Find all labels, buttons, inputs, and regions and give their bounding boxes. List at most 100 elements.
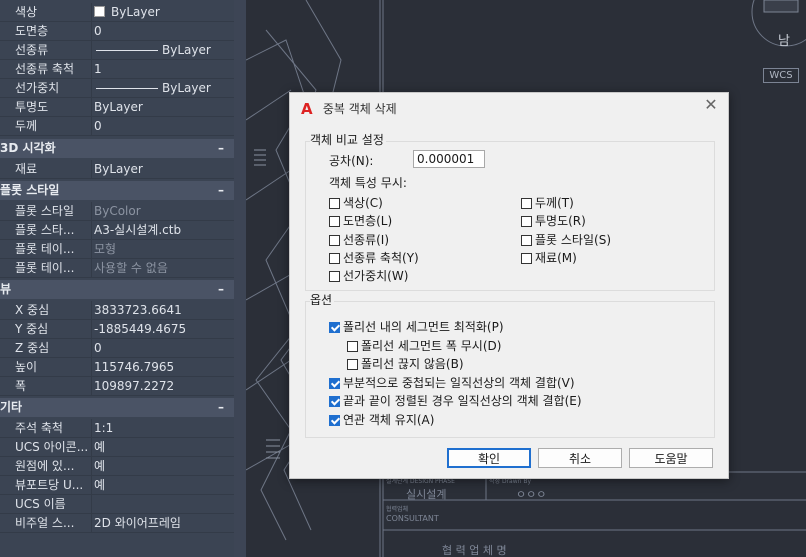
checkbox-option[interactable]: 부분적으로 중첩되는 일직선상의 객체 결합(V) (329, 375, 575, 391)
column-divider (91, 98, 92, 117)
checkbox-option[interactable]: 재료(M) (521, 250, 577, 266)
property-value[interactable]: 3833723.6641 (94, 301, 230, 320)
checkbox-checked-icon[interactable] (329, 377, 340, 389)
property-value[interactable]: 예 (94, 457, 230, 476)
section-header-plotstyle[interactable]: 플롯 스타일 – (0, 181, 234, 200)
collapse-icon[interactable]: – (218, 280, 224, 299)
viewcube-direction-label[interactable]: 남 (778, 30, 790, 49)
property-value[interactable]: 2D 와이어프레임 (94, 514, 230, 533)
property-value[interactable]: 1 (94, 60, 230, 79)
ok-button[interactable]: 확인 (447, 448, 531, 468)
property-row[interactable]: 폭 109897.2272 (0, 377, 234, 396)
property-row[interactable]: 뷰포트당 U... 예 (0, 476, 234, 495)
tolerance-input[interactable]: 0.000001 (413, 150, 485, 168)
property-row[interactable]: 플롯 스타... A3-실시설계.ctb (0, 221, 234, 240)
property-value[interactable]: 사용할 수 없음 (94, 259, 230, 278)
checkbox-unchecked-icon[interactable] (521, 216, 532, 228)
checkbox-option[interactable]: 도면층(L) (329, 213, 392, 229)
checkbox-option[interactable]: 투명도(R) (521, 213, 586, 229)
section-header-view[interactable]: 뷰 – (0, 280, 234, 299)
property-row[interactable]: UCS 아이콘... 예 (0, 438, 234, 457)
property-value[interactable]: A3-실시설계.ctb (94, 221, 230, 240)
property-row[interactable]: 선가중치 ByLayer (0, 79, 234, 98)
property-value[interactable]: 109897.2272 (94, 377, 230, 396)
property-value[interactable] (94, 495, 230, 514)
checkbox-option[interactable]: 폴리선 끊지 않음(B) (347, 356, 464, 372)
property-value[interactable]: 0 (94, 22, 230, 41)
dialog-titlebar[interactable]: A 중복 객체 삭제 (301, 97, 397, 119)
checkbox-option[interactable]: 두께(T) (521, 195, 574, 211)
overkill-dialog: A 중복 객체 삭제 ✕ 객체 비교 설정 공차(N): 0.000001 객체… (289, 92, 729, 479)
section-header-visual3d[interactable]: 3D 시각화 – (0, 139, 234, 158)
property-value-text: ByLayer (162, 43, 211, 57)
property-value[interactable]: ByLayer (94, 3, 230, 22)
property-row[interactable]: 주석 축척 1:1 (0, 419, 234, 438)
property-row[interactable]: 높이 115746.7965 (0, 358, 234, 377)
property-value[interactable]: 예 (94, 476, 230, 495)
property-row[interactable]: Z 중심 0 (0, 339, 234, 358)
checkbox-option[interactable]: 폴리선 내의 세그먼트 최적화(P) (329, 319, 504, 335)
property-value[interactable]: 115746.7965 (94, 358, 230, 377)
property-value[interactable]: 예 (94, 438, 230, 457)
property-value-text: 0 (94, 119, 102, 133)
collapse-icon[interactable]: – (218, 398, 224, 417)
property-row[interactable]: 플롯 스타일 ByColor (0, 202, 234, 221)
property-row[interactable]: 비주얼 스... 2D 와이어프레임 (0, 514, 234, 533)
property-value[interactable]: 0 (94, 117, 230, 136)
checkbox-unchecked-icon[interactable] (329, 252, 340, 264)
checkbox-option[interactable]: 선종류 축척(Y) (329, 250, 419, 266)
checkbox-option[interactable]: 끝과 끝이 정렬된 경우 일직선상의 객체 결합(E) (329, 393, 582, 409)
checkbox-unchecked-icon[interactable] (329, 271, 340, 283)
checkbox-unchecked-icon[interactable] (347, 340, 358, 352)
property-row[interactable]: 선종류 축척 1 (0, 60, 234, 79)
property-value[interactable]: ByLayer (94, 160, 230, 179)
checkbox-unchecked-icon[interactable] (521, 198, 532, 209)
collapse-icon[interactable]: – (218, 139, 224, 158)
checkbox-option[interactable]: 선가중치(W) (329, 268, 408, 284)
property-row[interactable]: X 중심 3833723.6641 (0, 301, 234, 320)
checkbox-option[interactable]: 플롯 스타일(S) (521, 232, 611, 248)
checkbox-unchecked-icon[interactable] (329, 234, 340, 246)
property-row[interactable]: 두께 0 (0, 117, 234, 136)
tb-consultant: CONSULTANT (386, 514, 439, 523)
checkbox-checked-icon[interactable] (329, 415, 340, 426)
section-header-misc[interactable]: 기타 – (0, 398, 234, 417)
cancel-button[interactable]: 취소 (538, 448, 622, 468)
property-row[interactable]: Y 중심 -1885449.4675 (0, 320, 234, 339)
property-value[interactable]: 1:1 (94, 419, 230, 438)
property-value[interactable]: 0 (94, 339, 230, 358)
checkbox-unchecked-icon[interactable] (521, 252, 532, 264)
checkbox-option[interactable]: 색상(C) (329, 195, 383, 211)
property-row[interactable]: 원점에 있... 예 (0, 457, 234, 476)
property-key: 플롯 스타... (15, 223, 75, 237)
property-row[interactable]: 플롯 테이... 모형 (0, 240, 234, 259)
property-value[interactable]: 모형 (94, 240, 230, 259)
property-row[interactable]: 재료 ByLayer (0, 160, 234, 179)
property-value[interactable]: -1885449.4675 (94, 320, 230, 339)
checkbox-unchecked-icon[interactable] (347, 359, 358, 371)
checkbox-checked-icon[interactable] (329, 322, 340, 333)
property-value[interactable]: ByColor (94, 202, 230, 221)
property-row[interactable]: UCS 이름 (0, 495, 234, 514)
property-row[interactable]: 선종류 ByLayer (0, 41, 234, 60)
checkbox-unchecked-icon[interactable] (521, 234, 532, 246)
checkbox-unchecked-icon[interactable] (329, 198, 340, 209)
help-button[interactable]: 도움말 (629, 448, 713, 468)
property-row[interactable]: 투명도 ByLayer (0, 98, 234, 117)
property-value[interactable]: ByLayer (94, 98, 230, 117)
property-row[interactable]: 색상 ByLayer (0, 3, 234, 22)
column-divider (91, 377, 92, 396)
checkbox-option[interactable]: 폴리선 세그먼트 폭 무시(D) (347, 338, 501, 354)
wcs-menu-button[interactable]: WCS (763, 68, 799, 83)
property-value[interactable]: ByLayer (94, 79, 230, 98)
checkbox-option[interactable]: 연관 객체 유지(A) (329, 412, 434, 428)
close-icon[interactable]: ✕ (702, 96, 720, 114)
property-value[interactable]: ByLayer (94, 41, 230, 60)
checkbox-option[interactable]: 선종류(I) (329, 232, 389, 248)
property-key: 두께 (15, 119, 38, 133)
checkbox-unchecked-icon[interactable] (329, 216, 340, 228)
checkbox-checked-icon[interactable] (329, 396, 340, 408)
property-row[interactable]: 플롯 테이... 사용할 수 없음 (0, 259, 234, 278)
property-row[interactable]: 도면층 0 (0, 22, 234, 41)
collapse-icon[interactable]: – (218, 181, 224, 200)
